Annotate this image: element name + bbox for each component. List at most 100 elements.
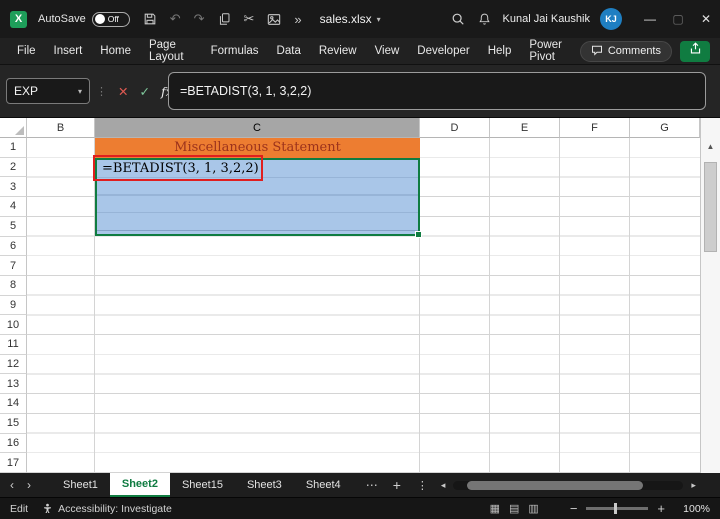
page-layout-view-icon[interactable]: ▤ bbox=[509, 502, 519, 515]
row-header-3[interactable]: 3 bbox=[0, 177, 27, 198]
row-header-14[interactable]: 14 bbox=[0, 394, 27, 414]
row-header-10[interactable]: 10 bbox=[0, 315, 27, 336]
zoom-level[interactable]: 100% bbox=[678, 503, 710, 515]
ribbon-tab-formulas[interactable]: Formulas bbox=[202, 38, 268, 64]
bell-icon[interactable] bbox=[478, 12, 491, 26]
column-header-c[interactable]: C bbox=[95, 118, 420, 138]
accessibility-status[interactable]: Accessibility: Investigate bbox=[58, 503, 172, 515]
comments-button[interactable]: Comments bbox=[579, 40, 672, 62]
horizontal-scrollbar[interactable] bbox=[453, 480, 684, 490]
zoom-in-button[interactable]: + bbox=[657, 501, 665, 516]
ribbon-tab-home[interactable]: Home bbox=[91, 38, 140, 64]
picture-icon[interactable] bbox=[267, 13, 281, 26]
row-header-15[interactable]: 15 bbox=[0, 413, 27, 434]
column-headers: BCDEFG bbox=[27, 118, 700, 138]
minimize-button[interactable]: — bbox=[636, 0, 664, 38]
column-header-g[interactable]: G bbox=[630, 118, 700, 138]
formula-text: =BETADIST(3, 1, 3,2,2) bbox=[180, 84, 312, 98]
comments-label: Comments bbox=[607, 45, 661, 57]
accessibility-icon bbox=[42, 503, 53, 514]
ribbon-tab-help[interactable]: Help bbox=[479, 38, 521, 64]
sheet-tab-sheet2[interactable]: Sheet2 bbox=[109, 473, 170, 497]
select-all-corner[interactable] bbox=[0, 118, 27, 138]
fill-handle[interactable] bbox=[415, 231, 422, 239]
chevron-down-icon: ▾ bbox=[376, 14, 381, 24]
sheet-tab-sheet1[interactable]: Sheet1 bbox=[51, 473, 110, 497]
sheet-tab-sheet15[interactable]: Sheet15 bbox=[170, 473, 235, 497]
ribbon-tab-data[interactable]: Data bbox=[268, 38, 310, 64]
ribbon-tab-power-pivot[interactable]: Power Pivot bbox=[520, 38, 579, 64]
row-header-2[interactable]: 2 bbox=[0, 157, 27, 178]
search-icon[interactable] bbox=[451, 12, 465, 26]
ribbon-tab-review[interactable]: Review bbox=[310, 38, 366, 64]
column-header-d[interactable]: D bbox=[420, 118, 490, 138]
zoom-out-button[interactable]: − bbox=[570, 501, 578, 516]
autosave-toggle[interactable]: Off bbox=[91, 11, 130, 27]
hscroll-thumb[interactable] bbox=[467, 480, 644, 490]
undo-icon[interactable]: ↶ bbox=[170, 11, 181, 27]
sheet-tab-sheet3[interactable]: Sheet3 bbox=[235, 473, 294, 497]
hscroll-left-icon[interactable]: ◂ bbox=[441, 480, 446, 491]
row-header-11[interactable]: 11 bbox=[0, 335, 27, 355]
row-header-8[interactable]: 8 bbox=[0, 275, 27, 296]
copy-icon[interactable] bbox=[218, 12, 231, 26]
grip-dots-icon: ⋮ bbox=[96, 85, 107, 98]
ribbon-tab-insert[interactable]: Insert bbox=[45, 38, 92, 64]
ribbon-tab-developer[interactable]: Developer bbox=[408, 38, 478, 64]
row-header-9[interactable]: 9 bbox=[0, 295, 27, 316]
sheet-tabs: Sheet1 Sheet2 Sheet15 Sheet3 Sheet4 bbox=[51, 473, 353, 497]
page-break-view-icon[interactable]: ▥ bbox=[528, 502, 538, 515]
autosave-state: Off bbox=[107, 14, 119, 24]
row-header-6[interactable]: 6 bbox=[0, 236, 27, 257]
normal-view-icon[interactable]: ▦ bbox=[490, 502, 500, 515]
vscroll-thumb[interactable] bbox=[704, 162, 717, 252]
more-commands-icon[interactable]: » bbox=[294, 12, 301, 27]
vertical-scrollbar[interactable]: ▲ bbox=[700, 118, 720, 473]
sheet-tab-bar: ‹ › Sheet1 Sheet2 Sheet15 Sheet3 Sheet4 ⋯ + … bbox=[0, 473, 720, 497]
sheet-nav-left-icon[interactable]: ‹ bbox=[10, 478, 14, 492]
row-header-13[interactable]: 13 bbox=[0, 374, 27, 395]
row-header-12[interactable]: 12 bbox=[0, 354, 27, 375]
column-header-b[interactable]: B bbox=[27, 118, 95, 138]
name-box[interactable]: EXP ▾ bbox=[6, 78, 90, 104]
maximize-button[interactable]: ▢ bbox=[664, 0, 692, 38]
formula-input[interactable]: =BETADIST(3, 1, 3,2,2) bbox=[168, 72, 706, 110]
filename-dropdown[interactable]: sales.xlsx ▾ bbox=[320, 12, 381, 26]
row-header-7[interactable]: 7 bbox=[0, 256, 27, 276]
chevron-down-icon: ▾ bbox=[77, 86, 82, 96]
column-header-f[interactable]: F bbox=[560, 118, 630, 138]
formula-bar-buttons: ⋮ ✕ ✓ fx bbox=[96, 78, 173, 104]
sheet-tab-sheet4[interactable]: Sheet4 bbox=[294, 473, 353, 497]
row-header-1[interactable]: 1 bbox=[0, 138, 27, 158]
zoom-slider[interactable] bbox=[586, 503, 649, 514]
row-header-4[interactable]: 4 bbox=[0, 197, 27, 217]
sheet-nav-right-icon[interactable]: › bbox=[27, 478, 31, 492]
close-button[interactable]: ✕ bbox=[692, 0, 720, 38]
add-sheet-button[interactable]: + bbox=[393, 477, 401, 493]
row-header-5[interactable]: 5 bbox=[0, 216, 27, 237]
share-button[interactable] bbox=[680, 40, 710, 62]
sheet-options-icon[interactable]: ⋮ bbox=[417, 479, 428, 492]
zoom-slider-knob[interactable] bbox=[614, 503, 618, 514]
column-header-e[interactable]: E bbox=[490, 118, 560, 138]
avatar[interactable]: KJ bbox=[600, 8, 622, 30]
cancel-icon[interactable]: ✕ bbox=[118, 84, 128, 99]
user-name[interactable]: Kunal Jai Kaushik bbox=[503, 13, 590, 25]
autosave-label: AutoSave bbox=[38, 13, 86, 25]
hscroll-right-icon[interactable]: ▸ bbox=[691, 480, 696, 491]
redo-icon[interactable]: ↷ bbox=[194, 11, 205, 27]
ribbon-tabs-bar: File Insert Home Page Layout Formulas Data Rev… bbox=[0, 38, 720, 65]
row-headers: 1 2 3 4 5 6 7 8 9 10 11 12 13 14 15 16 17 bbox=[0, 138, 27, 473]
ribbon-tab-file[interactable]: File bbox=[8, 38, 45, 64]
save-icon[interactable] bbox=[143, 12, 157, 26]
scroll-up-icon[interactable]: ▲ bbox=[701, 142, 720, 151]
cut-icon[interactable]: ✂ bbox=[244, 11, 255, 27]
enter-icon[interactable]: ✓ bbox=[139, 84, 149, 99]
title-bar: X AutoSave Off ↶ ↷ ✂ » sales.xlsx ▾ Kuna… bbox=[0, 0, 720, 38]
ribbon-tab-view[interactable]: View bbox=[366, 38, 409, 64]
ribbon-tab-page-layout[interactable]: Page Layout bbox=[140, 38, 202, 64]
more-sheets-icon[interactable]: ⋯ bbox=[366, 478, 378, 492]
row-header-16[interactable]: 16 bbox=[0, 433, 27, 454]
row-header-17[interactable]: 17 bbox=[0, 453, 27, 473]
toggle-knob-icon bbox=[94, 14, 105, 24]
